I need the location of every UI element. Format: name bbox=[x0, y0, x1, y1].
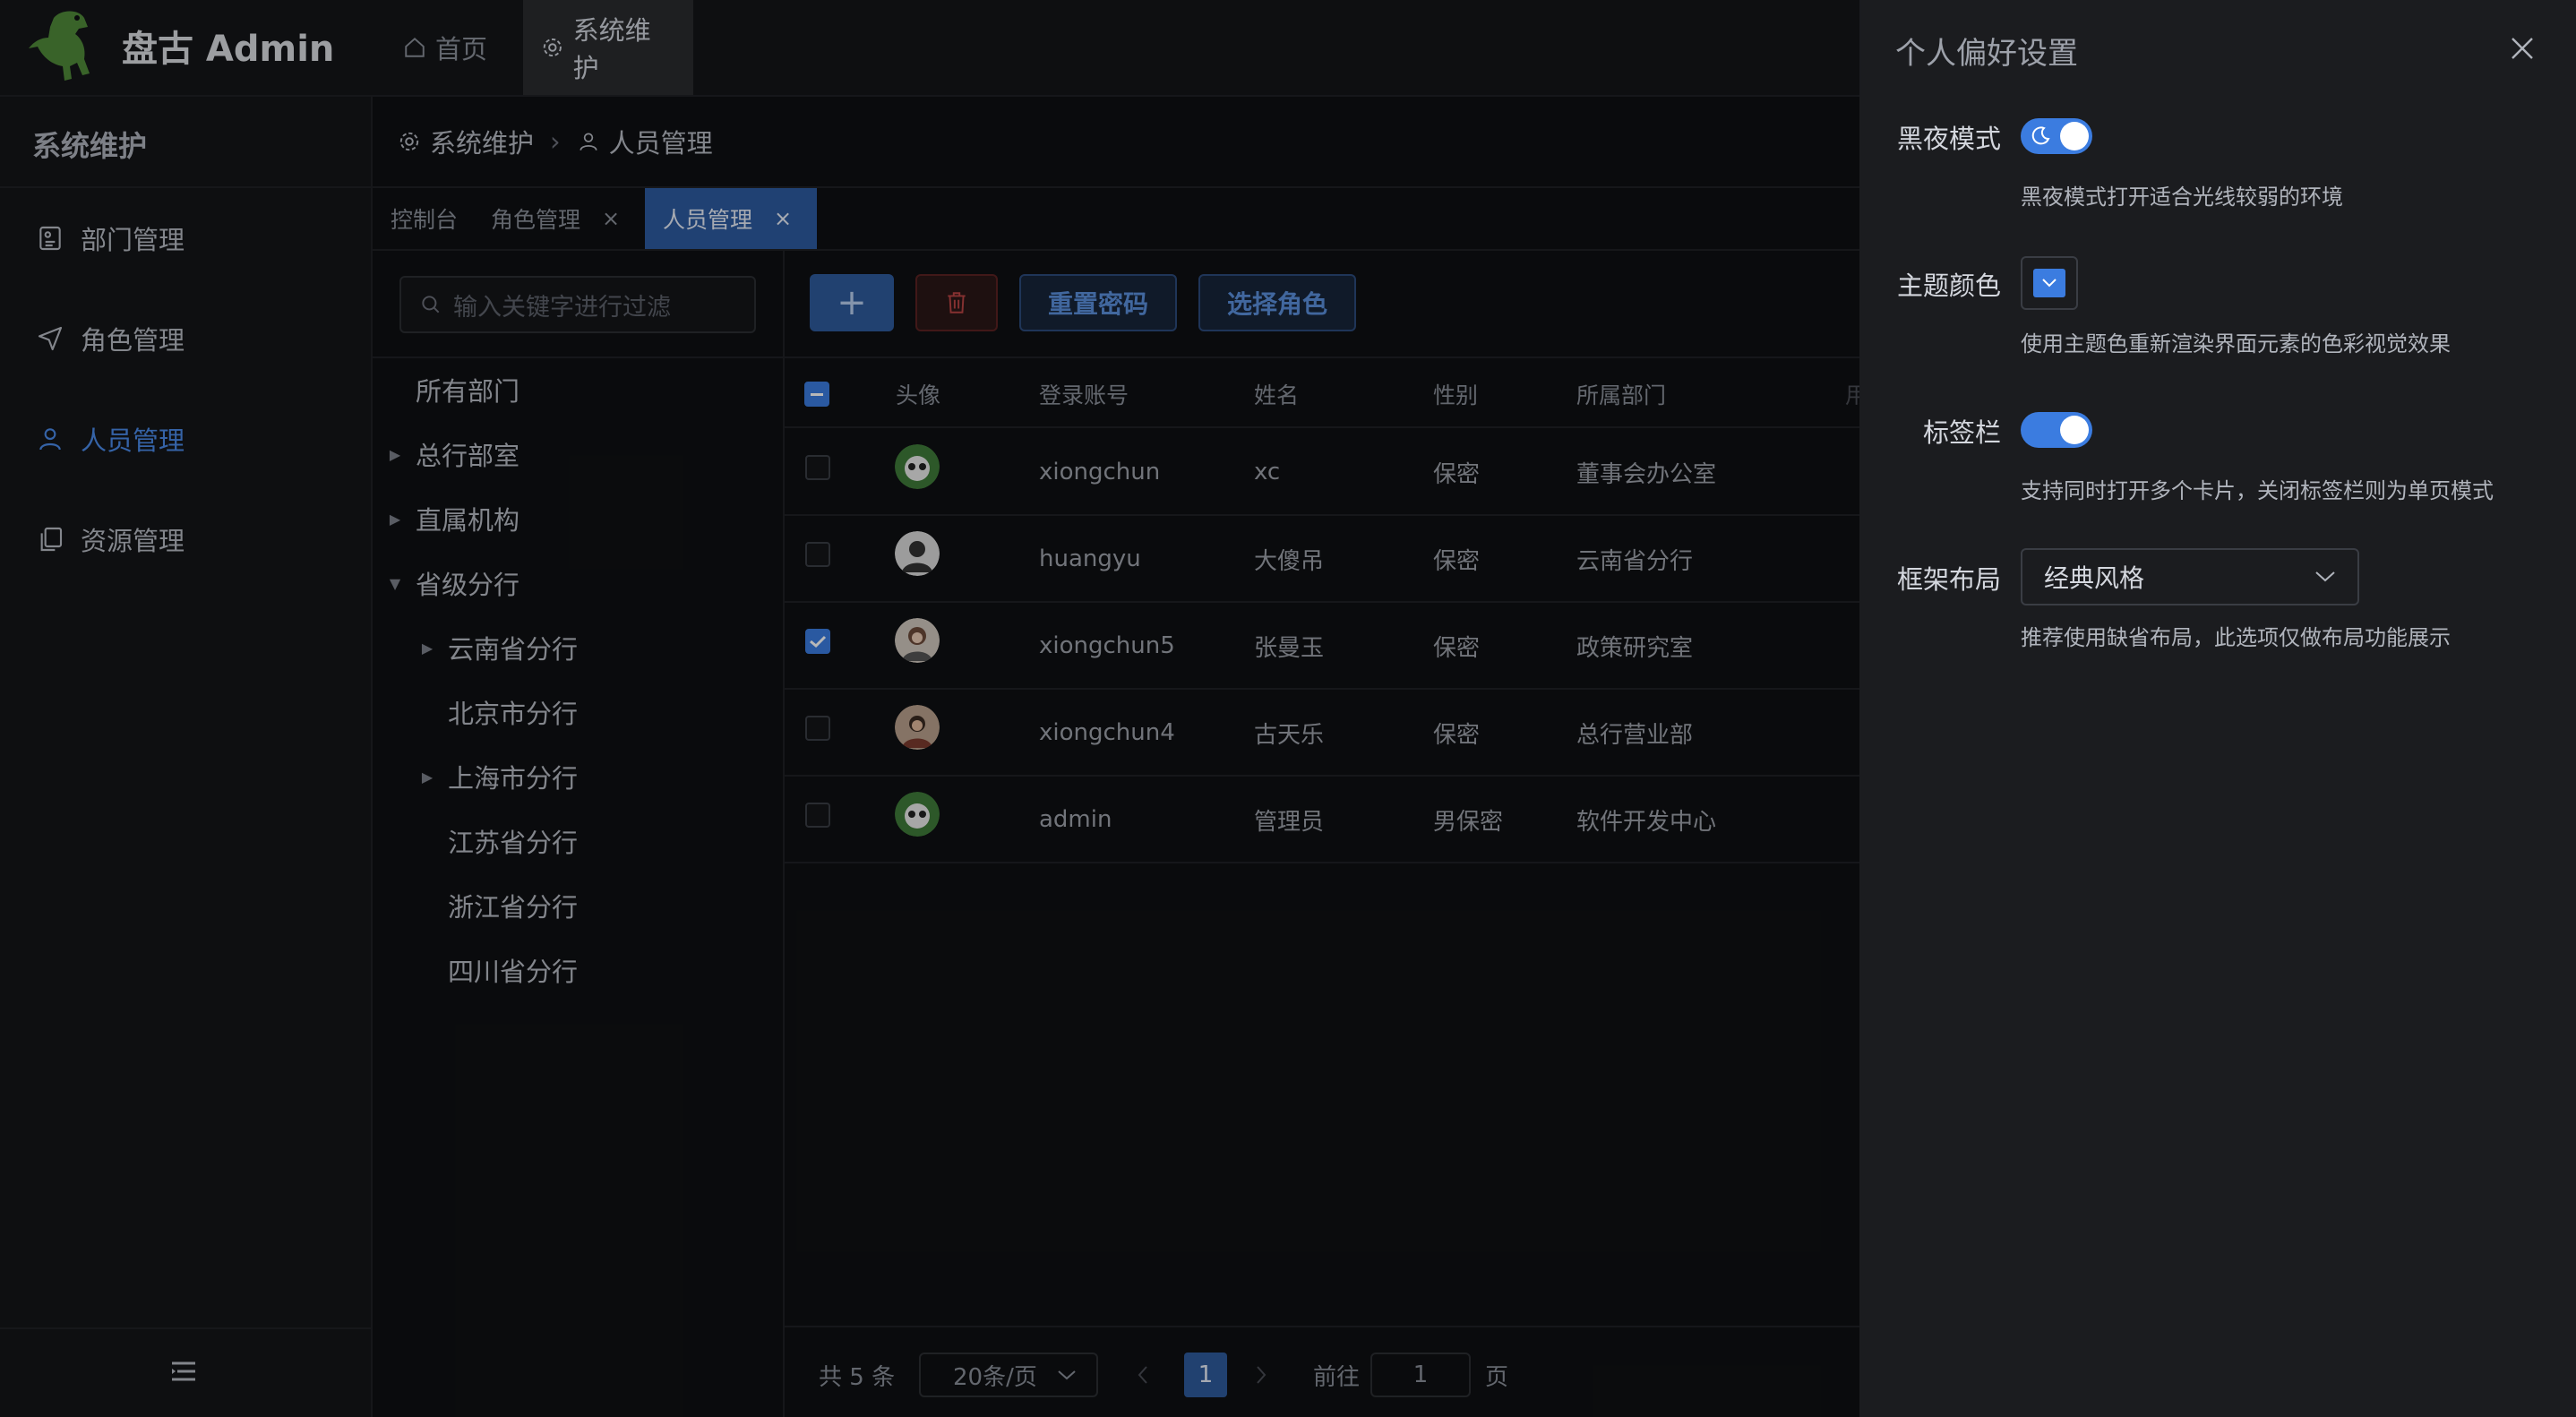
dark-mode-label: 黑夜模式 bbox=[1896, 124, 2001, 154]
theme-color-description: 使用主题色重新渲染界面元素的色彩视觉效果 bbox=[2021, 331, 2451, 356]
chevron-down-icon bbox=[2315, 571, 2335, 582]
drawer-title: 个人偏好设置 bbox=[1895, 36, 2078, 72]
layout-description: 推荐使用缺省布局，此选项仅做布局功能展示 bbox=[2021, 625, 2451, 650]
drawer-backdrop[interactable] bbox=[0, 0, 1859, 1417]
color-swatch bbox=[2033, 269, 2065, 297]
tab-bar-label: 标签栏 bbox=[1922, 417, 2001, 448]
close-icon[interactable] bbox=[2508, 34, 2537, 63]
tab-bar-toggle[interactable] bbox=[2021, 412, 2092, 448]
chevron-down-icon bbox=[2042, 279, 2057, 288]
dark-mode-toggle[interactable] bbox=[2021, 118, 2092, 154]
tab-bar-description: 支持同时打开多个卡片，关闭标签栏则为单页模式 bbox=[2021, 478, 2494, 503]
moon-icon bbox=[2031, 126, 2050, 145]
layout-select-value: 经典风格 bbox=[2044, 563, 2145, 593]
preferences-drawer bbox=[1859, 0, 2576, 1417]
theme-color-picker[interactable] bbox=[2021, 256, 2078, 310]
layout-label: 框架布局 bbox=[1896, 564, 2001, 595]
theme-color-label: 主题颜色 bbox=[1896, 271, 2001, 301]
layout-select[interactable]: 经典风格 bbox=[2021, 548, 2359, 605]
dark-mode-description: 黑夜模式打开适合光线较弱的环境 bbox=[2021, 185, 2343, 210]
